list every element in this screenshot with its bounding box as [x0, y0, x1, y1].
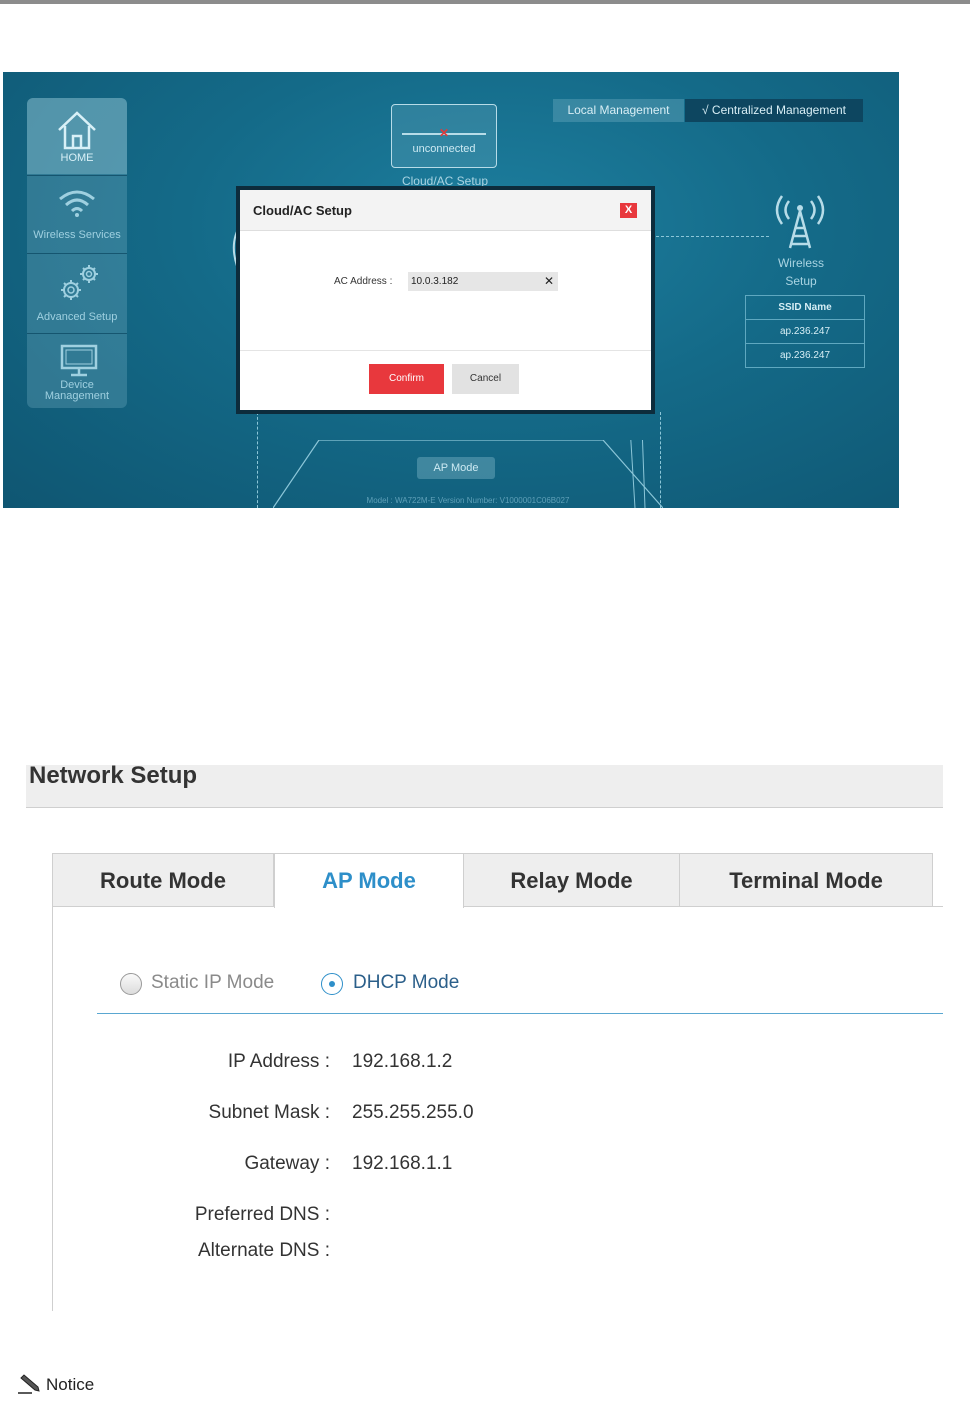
mode-tabs: Route Mode AP Mode Relay Mode Terminal M…: [52, 853, 943, 908]
antenna-icon[interactable]: [768, 188, 832, 252]
sidebar-item-device-management[interactable]: Device Management: [27, 334, 127, 408]
dhcp-label[interactable]: DHCP Mode: [353, 972, 459, 994]
static-ip-radio[interactable]: [120, 973, 142, 995]
alternate-dns-label: Alternate DNS :: [198, 1240, 330, 1261]
ssid-table: SSID Name ap.236.247 ap.236.247: [745, 295, 865, 368]
sidebar-item-label: HOME: [60, 152, 94, 164]
cloud-ac-status-button[interactable]: ✕ unconnected: [391, 104, 497, 168]
tab-relay-mode[interactable]: Relay Mode: [463, 853, 680, 907]
dialog-title: Cloud/AC Setup: [253, 203, 352, 218]
monitor-icon: [60, 344, 98, 377]
gateway-label: Gateway :: [244, 1153, 330, 1174]
gears-icon: [61, 265, 98, 300]
connector-line: [257, 412, 258, 508]
wireless-setup-label: Wireless Setup: [763, 254, 839, 290]
confirm-button[interactable]: Confirm: [369, 364, 444, 394]
notice-label: Notice: [46, 1375, 95, 1394]
pencil-icon: [18, 1374, 40, 1394]
connector-line: [651, 236, 769, 237]
clear-input-icon[interactable]: ✕: [544, 274, 554, 288]
tab-baseline: [52, 906, 274, 907]
centralized-management-tab[interactable]: √ Centralized Management: [685, 99, 863, 122]
ssid-table-header: SSID Name: [778, 302, 832, 313]
sidebar-item-advanced-setup[interactable]: Advanced Setup: [27, 254, 127, 332]
sidebar-item-label: Management: [44, 390, 110, 402]
disconnected-icon: ✕: [439, 126, 450, 140]
page-title: Network Setup: [29, 762, 198, 789]
sidebar-item-label: Wireless Services: [33, 229, 121, 241]
ip-address-value: 192.168.1.2: [352, 1051, 453, 1072]
subnet-mask-label: Subnet Mask :: [208, 1102, 330, 1123]
home-icon: [58, 111, 96, 150]
dialog-body: Cloud/AC Setup X AC Address : ✕ Confirm …: [240, 190, 651, 410]
wireless-setup-label-line: Setup: [785, 274, 817, 288]
table-row[interactable]: ap.236.247: [746, 319, 864, 343]
preferred-dns-label: Preferred DNS :: [194, 1204, 330, 1225]
sidebar-item-home[interactable]: HOME: [27, 98, 127, 174]
tab-route-mode[interactable]: Route Mode: [52, 853, 274, 907]
ip-address-label: IP Address :: [227, 1051, 330, 1072]
local-management-tab[interactable]: Local Management: [553, 99, 684, 122]
cloud-ac-dialog: Cloud/AC Setup X AC Address : ✕ Confirm …: [236, 186, 655, 414]
sidebar-item-label: Advanced Setup: [36, 311, 118, 323]
section-divider: [97, 1013, 943, 1014]
ac-address-label: AC Address :: [334, 276, 393, 287]
wifi-icon: [59, 190, 95, 217]
table-row[interactable]: ap.236.247: [746, 343, 864, 367]
tab-baseline: [463, 906, 943, 907]
sidebar-item-wireless-services[interactable]: Wireless Services: [27, 176, 127, 252]
page-top-rule: [0, 0, 970, 4]
close-button[interactable]: X: [620, 203, 637, 218]
tab-terminal-mode[interactable]: Terminal Mode: [679, 853, 933, 907]
cancel-button[interactable]: Cancel: [452, 364, 519, 394]
connection-status: unconnected: [412, 143, 476, 155]
dhcp-radio[interactable]: [321, 973, 343, 995]
model-version-text: Model : WA722M-E Version Number: V100000…: [366, 496, 570, 505]
sidebar: HOME Wireless Services Advanced Setup De…: [27, 98, 127, 408]
tab-ap-mode[interactable]: AP Mode: [274, 853, 464, 908]
ap-mode-badge[interactable]: AP Mode: [417, 457, 495, 479]
network-setup-header: Network Setup: [26, 762, 943, 808]
dialog-header: Cloud/AC Setup X: [240, 190, 651, 231]
dialog-divider: [240, 350, 651, 351]
router-home-screenshot: HOME Wireless Services Advanced Setup De…: [3, 72, 899, 508]
ac-address-input[interactable]: [408, 272, 558, 291]
gateway-value: 192.168.1.1: [352, 1153, 453, 1174]
wireless-setup-label-line: Wireless: [777, 256, 824, 270]
static-ip-label[interactable]: Static IP Mode: [151, 972, 274, 994]
subnet-mask-value: 255.255.255.0: [352, 1102, 474, 1123]
